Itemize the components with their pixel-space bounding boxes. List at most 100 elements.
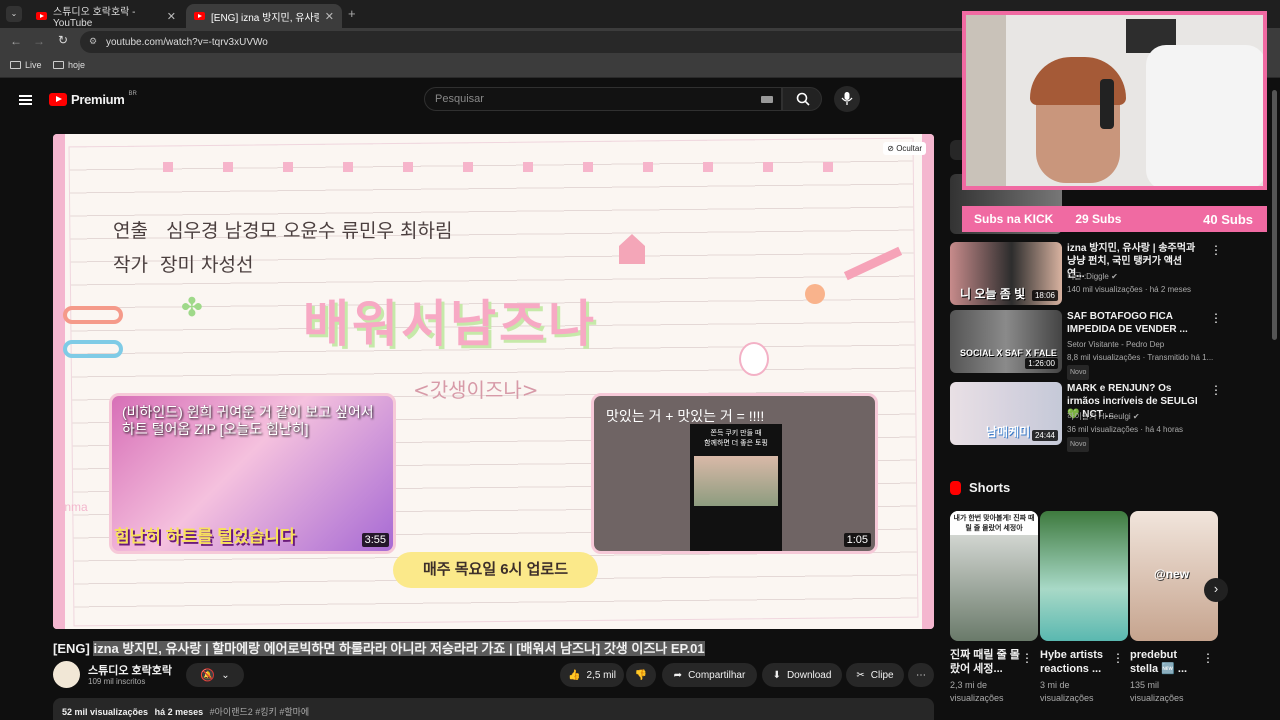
keyboard-icon[interactable] [761,96,773,103]
folder-icon [53,61,64,69]
hide-label: Ocultar [896,144,922,153]
paperclip-doodle-icon [63,306,123,324]
download-button[interactable]: ⬇ Download [762,663,842,687]
more-vert-icon[interactable]: ⋮ [1210,311,1222,325]
upload-date: há 2 meses [154,707,204,717]
browser-tab-2[interactable]: [ENG] izna 방지민, 유사랑 | 할 ✕ [186,4,342,28]
bookmark-hoje[interactable]: hoje [53,60,85,70]
short-thumbnail[interactable]: @new [1130,511,1218,641]
clip-label: Clipe [870,669,894,681]
short-title[interactable]: Hybe artists reactions ... [1040,648,1115,676]
like-count: 2,5 mil [586,669,616,681]
folder-icon [10,61,21,69]
title-prefix: [ENG] [53,641,90,656]
close-tab-icon[interactable]: ✕ [325,10,334,23]
short-overlay-text: @new [1154,567,1190,581]
filter-chip[interactable] [950,140,962,160]
video-duration: 3:55 [361,533,389,547]
video-title: [ENG] izna 방지민, 유사랑 | 할마에랑 에어로빅하면 하룰라라 아… [53,638,933,657]
bookmark-live[interactable]: Live [10,60,42,70]
sidebar-video-thumbnail[interactable]: SOCIAL X SAF X FALE 1:26:00 [950,310,1062,373]
sidebar-video-thumbnail[interactable]: 남매케미 24:44 [950,382,1062,445]
clip-button[interactable]: ✂ Clipe [846,663,904,687]
video-duration: 18:06 [1031,290,1058,301]
subscriber-count: 109 mil inscritos [88,677,146,686]
channel-name[interactable]: 스튜디오 호락호락 [88,662,172,678]
headphones [1100,79,1114,129]
title-text: izna 방지민, 유사랑 | 할마에랑 에어로빅하면 하룰라라 아니라 저승라… [93,641,705,656]
shelf [966,15,1006,186]
close-tab-icon[interactable]: ✕ [167,10,176,23]
back-icon[interactable]: ← [10,34,22,48]
subscribed-notifications-button[interactable]: 🔕 ⌄ [186,663,244,687]
tab-list-chevron-icon[interactable]: ⌄ [6,6,22,22]
more-vert-icon[interactable]: ⋮ [1210,383,1222,397]
download-label: Download [786,669,832,681]
menu-icon[interactable] [19,93,32,107]
short-title[interactable]: predebut stella 🆕 ... [1130,648,1205,676]
page-scrollbar[interactable] [1272,90,1277,340]
channel-avatar[interactable] [53,661,80,688]
bunny-doodle-icon [739,342,769,376]
kick-sub-goal-bar: Subs na KICK 29 Subs 40 Subs [962,206,1267,232]
sidebar-video-meta: 8,8 mil visualizações · Transmitido há 1… [1067,353,1214,362]
short-thumbnail[interactable] [1040,511,1128,641]
youtube-play-icon [49,93,67,106]
reload-icon[interactable]: ↻ [58,33,68,47]
bell-off-icon: 🔕 [200,668,216,682]
forward-icon[interactable]: → [33,34,45,48]
youtube-favicon-icon [36,12,47,20]
shorts-next-button[interactable]: › [1204,578,1228,602]
voice-search-button[interactable] [834,86,860,112]
pink-border-right [922,134,934,629]
end-card-inner-text: 쫀득 쿠키 만들 때 함께하면 더 좋은 토핑 [704,430,768,447]
sidebar-video-channel[interactable]: 하이슬기 Hi Seulgi ✔ [1067,410,1140,423]
shorts-logo-icon [950,480,961,495]
end-card-video-2[interactable]: 맛있는 거 + 맛있는 거 = !!!! 쫀득 쿠키 만들 때 함께하면 더 좋… [591,393,878,554]
youtube-favicon-icon [194,12,205,20]
browser-tab-title: 스튜디오 호락호락 - YouTube [53,7,136,29]
pink-tabs-row [163,162,883,172]
sidebar-video-channel[interactable]: 디글 :Diggle ✔ [1067,270,1118,283]
more-vert-icon[interactable]: ⋮ [1112,651,1124,665]
dislike-button[interactable]: 👎 [626,663,656,687]
browser-tab-1[interactable]: 스튜디오 호락호락 - YouTube ✕ [28,4,184,29]
new-tab-icon[interactable]: + [348,6,356,21]
more-vert-icon[interactable]: ⋮ [1202,651,1214,665]
upload-schedule: 매주 목요일 6시 업로드 [393,552,598,588]
shorts-header: Shorts [950,480,1010,495]
new-badge: Novo [1067,365,1090,380]
thumbs-up-icon: 👍 [568,669,581,681]
end-card-inner-thumb: 쫀득 쿠키 만들 때 함께하면 더 좋은 토핑 [690,424,782,551]
kick-label: Subs na KICK [974,212,1054,226]
credits-writer: 작가 장미 차성선 [113,254,254,276]
site-info-icon[interactable]: ⚙ [89,36,97,47]
short-title[interactable]: 진짜 때릴 줄 몰랐어 세정... [950,648,1025,676]
end-card-video-1[interactable]: (비하인드) 윈희 귀여운 거 같이 보고 싶어서 하트 털어옴 ZIP [오늘… [109,393,396,554]
hashtags[interactable]: #아이랜드2 #킹키 #할마에 [210,707,310,717]
short-views: 3 mi de visualizações [1040,680,1094,703]
short-overlay-text: 내가 한번 맞아볼게! 진짜 때릴 줄 몰랐어 세정아 [950,511,1038,535]
more-vert-icon[interactable]: ⋮ [1210,243,1222,257]
search-placeholder: Pesquisar [435,93,484,105]
more-actions-button[interactable]: ⋯ [908,663,934,687]
short-thumbnail[interactable]: 내가 한번 맞아볼게! 진짜 때릴 줄 몰랐어 세정아 [950,511,1038,641]
thumbnail-caption: SOCIAL X SAF X FALE [960,348,1057,358]
video-duration: 1:05 [843,533,871,547]
description-box[interactable]: 52 mil visualizações há 2 meses #아이랜드2 #… [53,698,934,720]
bookmark-label: Live [25,60,42,70]
sidebar-video-thumbnail[interactable]: 니 오늘 좀 빛 18:06 [950,242,1062,305]
search-button[interactable] [782,87,822,111]
more-vert-icon[interactable]: ⋮ [1021,651,1033,665]
shorts-label: Shorts [969,480,1011,495]
search-input[interactable]: Pesquisar [424,87,782,111]
sidebar-video-title[interactable]: SAF BOTAFOGO FICA IMPEDIDA DE VENDER ... [1067,310,1202,336]
sidebar-video-meta: 140 mil visualizações · há 2 meses [1067,285,1192,294]
video-player[interactable]: ⊘ Ocultar 연출 심우경 남경모 오윤수 류민우 최하림 작가 장미 차… [53,134,934,629]
like-button[interactable]: 👍 2,5 mil [560,663,624,687]
hide-overlay-button[interactable]: ⊘ Ocultar [883,142,926,155]
youtube-logo[interactable]: Premium BR [49,91,137,107]
share-button[interactable]: ➦ Compartilhar [662,663,757,687]
sidebar-video-channel[interactable]: Setor Visitante - Pedro Dep [1067,338,1164,351]
video-duration: 1:26:00 [1025,358,1058,369]
